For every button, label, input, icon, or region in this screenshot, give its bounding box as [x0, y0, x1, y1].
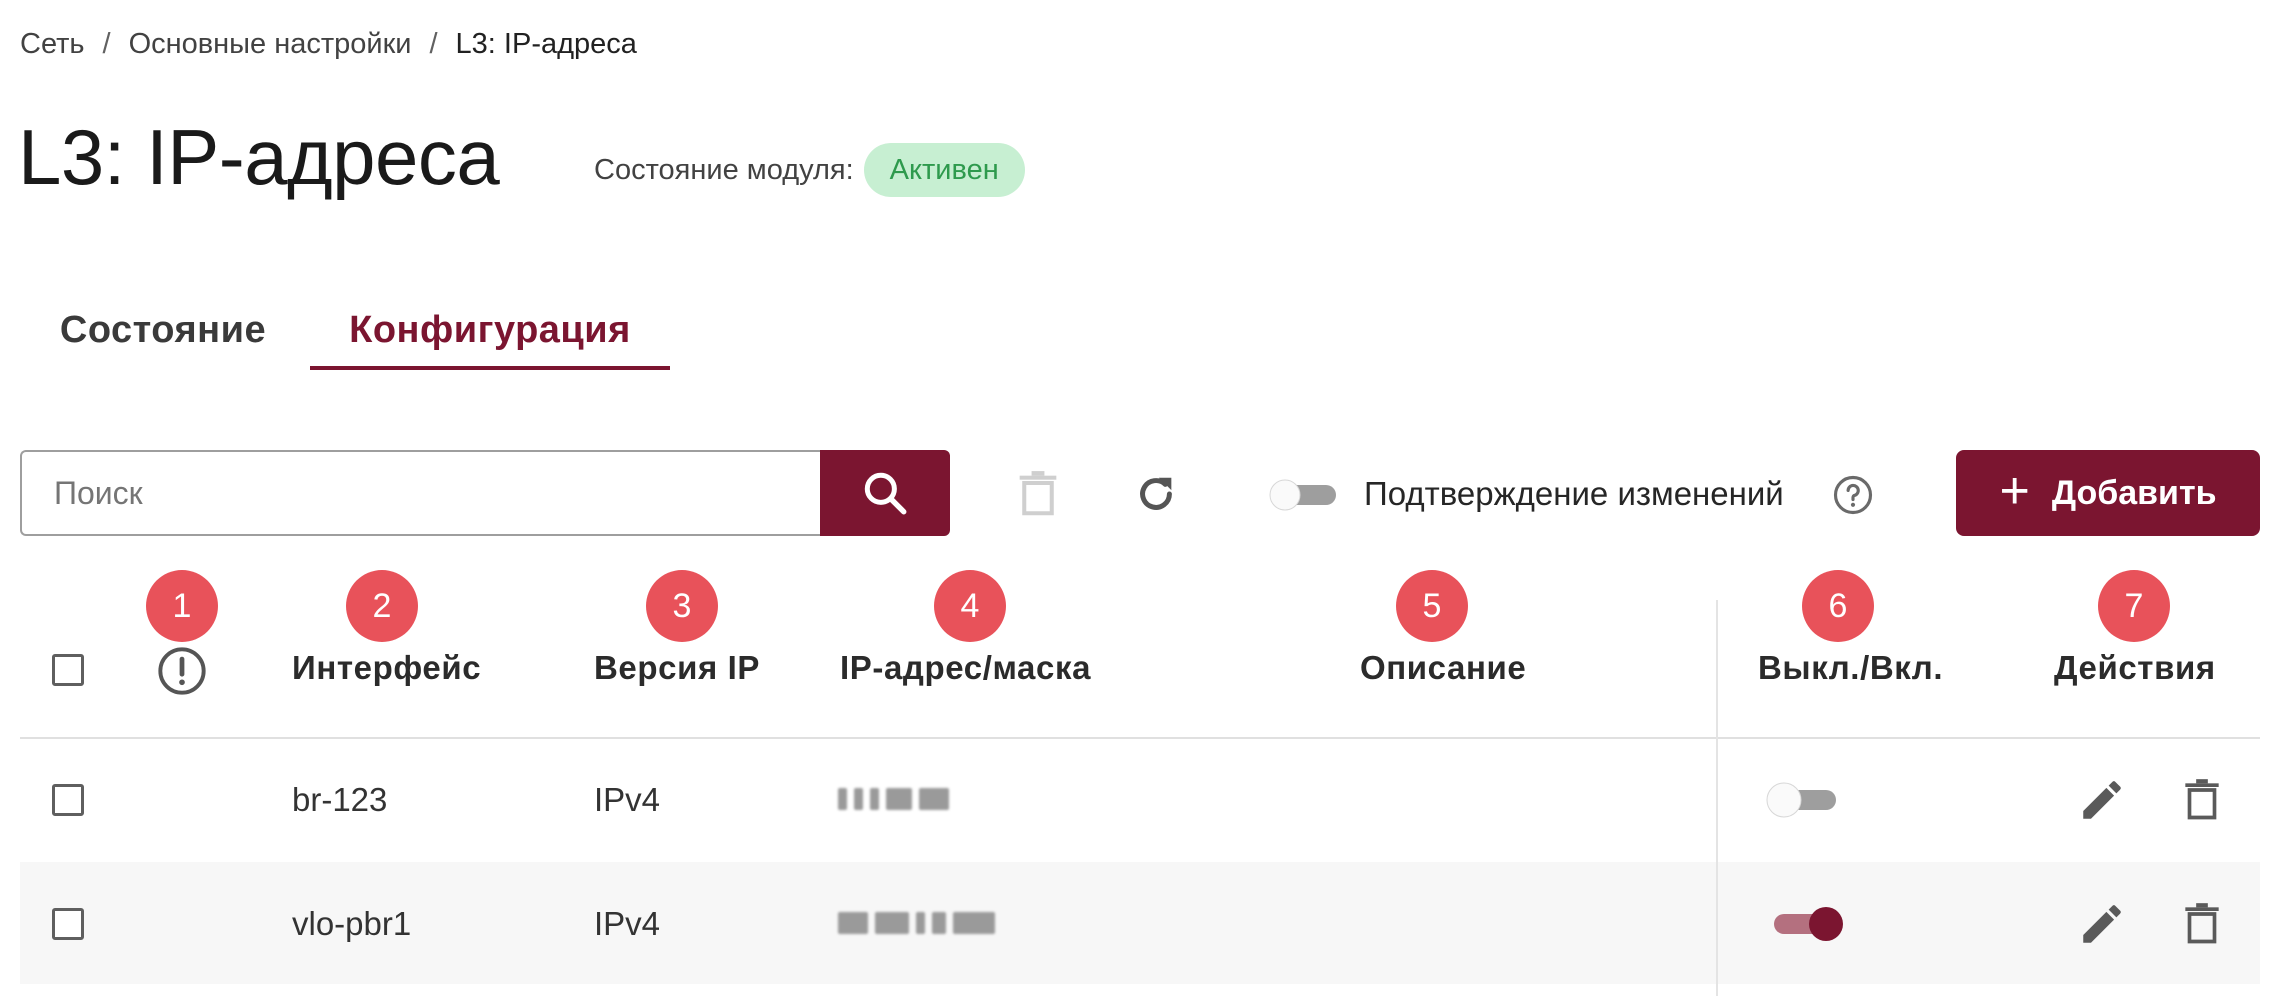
add-button[interactable]: + Добавить — [1956, 450, 2260, 536]
tab-state[interactable]: Состояние — [48, 290, 278, 370]
row-interface: vlo-pbr1 — [292, 905, 412, 942]
search-input[interactable] — [22, 452, 820, 534]
refresh-button[interactable] — [1124, 462, 1188, 526]
breadcrumb-item-network[interactable]: Сеть — [20, 28, 85, 61]
confirm-changes-toggle[interactable] — [1268, 478, 1340, 512]
row-ip-version: IPv4 — [594, 781, 661, 818]
row-checkbox[interactable] — [52, 784, 84, 816]
row-ip-version: IPv4 — [594, 905, 661, 942]
tab-configuration[interactable]: Конфигурация — [310, 290, 670, 370]
breadcrumb: Сеть / Основные настройки / L3: IP-адрес… — [20, 22, 637, 66]
breadcrumb-item-basic-settings[interactable]: Основные настройки — [129, 28, 412, 61]
edit-icon — [2083, 781, 2121, 819]
marker-4: 4 — [934, 570, 1006, 642]
marker-5: 5 — [1396, 570, 1468, 642]
column-header-ip-mask[interactable]: IP-адрес/маска — [840, 640, 1091, 696]
row-edit-button[interactable] — [2072, 894, 2132, 954]
trash-icon — [2185, 779, 2219, 820]
trash-icon — [2185, 903, 2219, 944]
marker-3: 3 — [646, 570, 718, 642]
trash-icon — [1019, 471, 1057, 516]
row-delete-button[interactable] — [2172, 770, 2232, 830]
marker-1: 1 — [146, 570, 218, 642]
breadcrumb-item-current: L3: IP-адреса — [455, 27, 637, 60]
row-delete-button[interactable] — [2172, 894, 2232, 954]
plus-icon: + — [1999, 462, 2030, 520]
status-badge: Активен — [863, 143, 1025, 197]
search-button[interactable] — [820, 450, 950, 536]
column-divider — [1716, 600, 1718, 996]
marker-7: 7 — [2098, 570, 2170, 642]
refresh-icon — [1140, 477, 1172, 510]
marker-2: 2 — [346, 570, 418, 642]
page-title: L3: IP-адреса — [18, 113, 500, 201]
breadcrumb-separator: / — [102, 27, 111, 60]
column-header-ip-version[interactable]: Версия IP — [594, 640, 760, 696]
row-edit-button[interactable] — [2072, 770, 2132, 830]
warning-icon — [158, 647, 206, 695]
bulk-delete-button[interactable] — [1006, 462, 1070, 526]
column-header-enable: Выкл./Вкл. — [1758, 649, 1944, 686]
column-header-actions: Действия — [2054, 649, 2216, 686]
row-enable-toggle[interactable] — [1764, 780, 1840, 820]
add-button-label: Добавить — [2051, 473, 2217, 512]
row-ip-mask-blurred — [838, 786, 949, 812]
active-tab-indicator — [310, 366, 670, 370]
row-checkbox[interactable] — [52, 908, 84, 940]
search-icon — [864, 472, 907, 515]
column-header-description[interactable]: Описание — [1360, 640, 1526, 696]
help-icon[interactable] — [1832, 474, 1874, 516]
search-box — [20, 450, 820, 536]
column-header-interface[interactable]: Интерфейс — [292, 640, 481, 696]
row-ip-mask-blurred — [838, 910, 995, 936]
marker-6: 6 — [1802, 570, 1874, 642]
select-all-checkbox[interactable] — [52, 654, 84, 686]
module-state-label: Состояние модуля: — [594, 153, 854, 186]
confirm-changes-label: Подтверждение изменений — [1364, 475, 1784, 512]
breadcrumb-separator: / — [429, 27, 438, 60]
edit-icon — [2083, 905, 2121, 943]
row-enable-toggle[interactable] — [1770, 904, 1846, 944]
row-interface: br-123 — [292, 781, 388, 818]
module-state: Состояние модуля: Активен — [594, 143, 1025, 197]
